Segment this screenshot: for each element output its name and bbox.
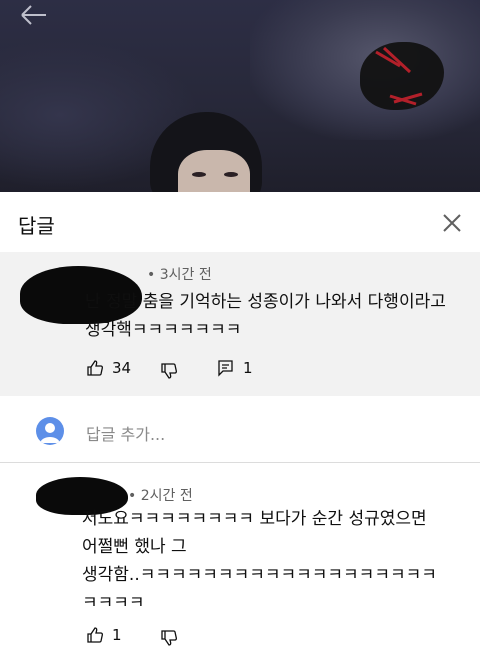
reply-meta: • 2시간 전	[128, 485, 193, 505]
reply-dislike-button[interactable]	[160, 629, 178, 647]
comment-icon	[218, 360, 233, 377]
person-eye	[224, 172, 238, 177]
meta-dot: •	[147, 267, 160, 283]
reply-button[interactable]: 1	[217, 359, 253, 377]
replies-sheet: 답글 • 3시간 전 난 정말 춤을 기억하는 성종이가 나와서 다행이라고 생…	[0, 192, 480, 655]
reply-text-line: 어쩔뻔 했나 그	[82, 537, 187, 557]
thumbs-down-icon	[161, 630, 177, 646]
reply-count: 1	[243, 359, 253, 377]
like-count: 1	[112, 626, 122, 644]
comment-item: • 3시간 전 난 정말 춤을 기억하는 성종이가 나와서 다행이라고 생각핵ㅋ…	[0, 252, 480, 396]
reply-text-line: 저도요ㅋㅋㅋㅋㅋㅋㅋㅋ 보다가 순간 성규였으면	[82, 509, 427, 529]
like-count: 34	[112, 359, 132, 377]
person-face	[178, 150, 250, 192]
arrow-left-icon[interactable]	[18, 4, 48, 26]
add-reply-row[interactable]: 답글 추가...	[0, 402, 480, 460]
thumbs-up-icon	[87, 360, 103, 376]
meta-dot: •	[128, 488, 141, 504]
comment-text: 난 정말 춤을 기억하는 성종이가 나와서 다행이라고 생각핵ㅋㅋㅋㅋㅋㅋㅋ	[85, 288, 446, 344]
reply-input[interactable]: 답글 추가...	[86, 421, 165, 445]
thumbs-down-icon	[161, 363, 177, 379]
divider	[0, 462, 480, 463]
video-player[interactable]	[0, 0, 480, 192]
reply-text-line: 생각함..ㅋㅋㅋㅋㅋㅋㅋㅋㅋㅋㅋㅋㅋㅋㅋㅋㅋㅋㅋ	[82, 565, 437, 585]
comment-text-line: 생각핵ㅋㅋㅋㅋㅋㅋㅋ	[85, 320, 242, 340]
person-eye	[192, 172, 206, 177]
sheet-header: 답글	[0, 192, 480, 252]
reply-text-line: ㅋㅋㅋㅋ	[82, 593, 145, 613]
dislike-button[interactable]	[160, 362, 178, 380]
sheet-title: 답글	[18, 214, 55, 238]
like-button[interactable]: 34	[86, 359, 131, 377]
comment-text-line: 난 정말 춤을 기억하는 성종이가 나와서 다행이라고	[85, 292, 446, 312]
reply-text: 저도요ㅋㅋㅋㅋㅋㅋㅋㅋ 보다가 순간 성규였으면 어쩔뻔 했나 그 생각함..ㅋ…	[82, 505, 437, 617]
account-avatar	[36, 417, 64, 445]
thumbs-up-icon	[87, 627, 103, 643]
reply-like-button[interactable]: 1	[86, 626, 122, 644]
account-icon	[40, 423, 60, 443]
red-scribble	[375, 46, 423, 106]
comment-meta: • 3시간 전	[147, 264, 212, 284]
comment-time: 3시간 전	[159, 267, 212, 283]
close-icon[interactable]	[440, 211, 464, 235]
reply-time: 2시간 전	[140, 488, 193, 504]
